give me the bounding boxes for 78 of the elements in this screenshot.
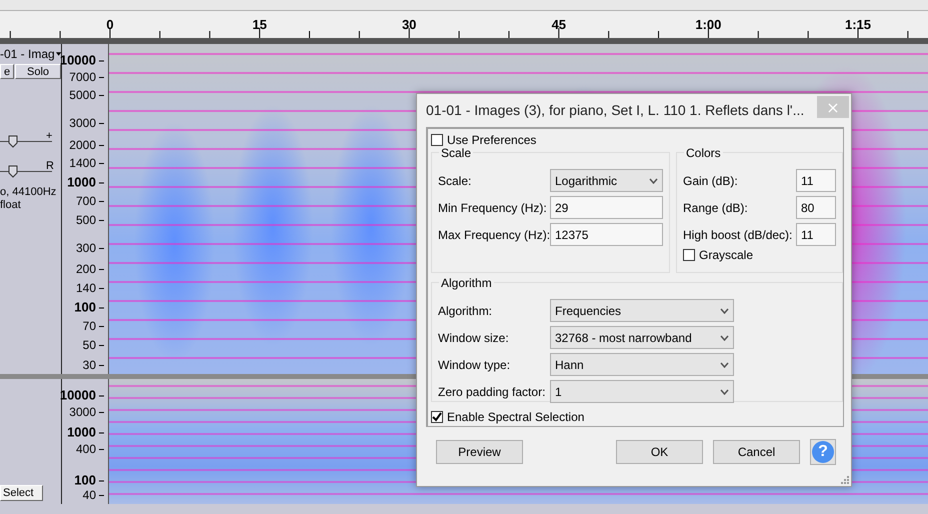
frequency-label: 700 <box>76 194 104 208</box>
chevron-down-icon <box>720 334 729 340</box>
time-label: 30 <box>402 17 416 32</box>
frequency-label: 70 <box>82 319 104 333</box>
group-title: Colors <box>684 146 723 160</box>
frequency-label: 3000 <box>69 116 104 130</box>
field-label: High boost (dB/dec): <box>683 228 794 242</box>
frequency-label: 300 <box>76 241 104 255</box>
checkbox[interactable] <box>431 134 443 146</box>
slider-label: + <box>46 130 52 142</box>
checkbox-label: Enable Spectral Selection <box>447 410 584 424</box>
frequency-label: 100 <box>74 472 104 488</box>
group-title: Algorithm <box>439 276 494 290</box>
frequency-label: 30 <box>82 358 104 372</box>
frequency-label: 3000 <box>69 405 104 419</box>
chevron-down-icon <box>720 308 729 314</box>
frequency-label: 7000 <box>69 70 104 84</box>
checkbox[interactable] <box>431 411 443 423</box>
frequency-label: 200 <box>76 262 104 276</box>
checkbox-label: Use Preferences <box>447 133 536 147</box>
checkbox[interactable] <box>683 249 695 261</box>
input-field[interactable]: 11 <box>796 169 836 192</box>
preview-button[interactable]: Preview <box>436 440 523 464</box>
frequency-label: 5000 <box>69 88 104 102</box>
slider-thumb[interactable] <box>8 135 18 148</box>
field-label: Algorithm: <box>438 304 494 318</box>
field-label: Max Frequency (Hz): <box>438 228 550 242</box>
dialog-title: 01-01 - Images (3), for piano, Set I, L. 110 1. Reflets dans l'... <box>426 102 804 118</box>
field-label: Min Frequency (Hz): <box>438 200 548 214</box>
group-title: Scale <box>439 146 474 160</box>
frequency-label: 500 <box>76 213 104 227</box>
frequency-label: 40 <box>82 488 104 502</box>
time-label: 1:00 <box>695 17 722 32</box>
field-label: Window size: <box>438 330 510 344</box>
frequency-label: 400 <box>76 442 104 456</box>
frequency-label: 100 <box>74 300 104 314</box>
track-info: o, 44100Hz <box>0 186 56 198</box>
dropdown[interactable]: Hann <box>550 353 734 376</box>
timeline-ruler[interactable]: 0 15 30 45 1:00 1:15 <box>0 11 928 44</box>
time-label: 1:15 <box>844 17 872 32</box>
field-label: Scale: <box>438 174 472 188</box>
dialog-button[interactable]: Cancel <box>713 440 800 464</box>
dropdown[interactable]: Frequencies <box>550 299 734 322</box>
checkbox-label: Grayscale <box>699 248 754 262</box>
field-label: Gain (dB): <box>683 174 739 188</box>
chevron-down-icon <box>720 362 729 368</box>
input-field[interactable]: 29 <box>550 196 663 219</box>
track-name-menu[interactable]: -01 - Imag <box>0 46 61 62</box>
dropdown[interactable]: 1 <box>550 380 734 403</box>
frequency-label: 1400 <box>69 156 104 170</box>
input-field[interactable]: 80 <box>796 196 836 219</box>
frequency-label: 1000 <box>67 424 104 440</box>
gain-slider[interactable] <box>0 134 52 150</box>
field-label: Window type: <box>438 358 512 372</box>
frequency-label: 2000 <box>69 138 104 152</box>
frequency-label: 50 <box>82 338 104 352</box>
input-field[interactable]: 12375 <box>550 223 663 246</box>
dropdown-triangle-icon <box>56 50 61 58</box>
field-label: Zero padding factor: <box>438 384 546 398</box>
frequency-label: 140 <box>76 281 104 295</box>
dialog-button[interactable]: OK <box>616 440 703 464</box>
select-button[interactable]: Select <box>0 485 43 501</box>
solo-button[interactable]: Solo <box>15 64 61 79</box>
slider-label: R <box>46 160 54 172</box>
track-info: float <box>0 199 21 211</box>
time-label: 15 <box>252 17 267 32</box>
dropdown[interactable]: 32768 - most narrowband <box>550 326 734 349</box>
resize-grip-icon[interactable] <box>841 476 849 484</box>
slider-thumb[interactable] <box>8 165 18 178</box>
chevron-down-icon <box>720 388 729 394</box>
dropdown[interactable]: Logarithmic <box>550 169 663 192</box>
mute-button[interactable]: e <box>0 64 14 79</box>
time-label: 0 <box>106 17 114 32</box>
chevron-down-icon <box>649 178 658 184</box>
input-field[interactable]: 11 <box>796 223 836 246</box>
time-label: 45 <box>552 17 566 32</box>
frequency-label: 1000 <box>67 174 104 190</box>
field-label: Range (dB): <box>683 200 749 214</box>
